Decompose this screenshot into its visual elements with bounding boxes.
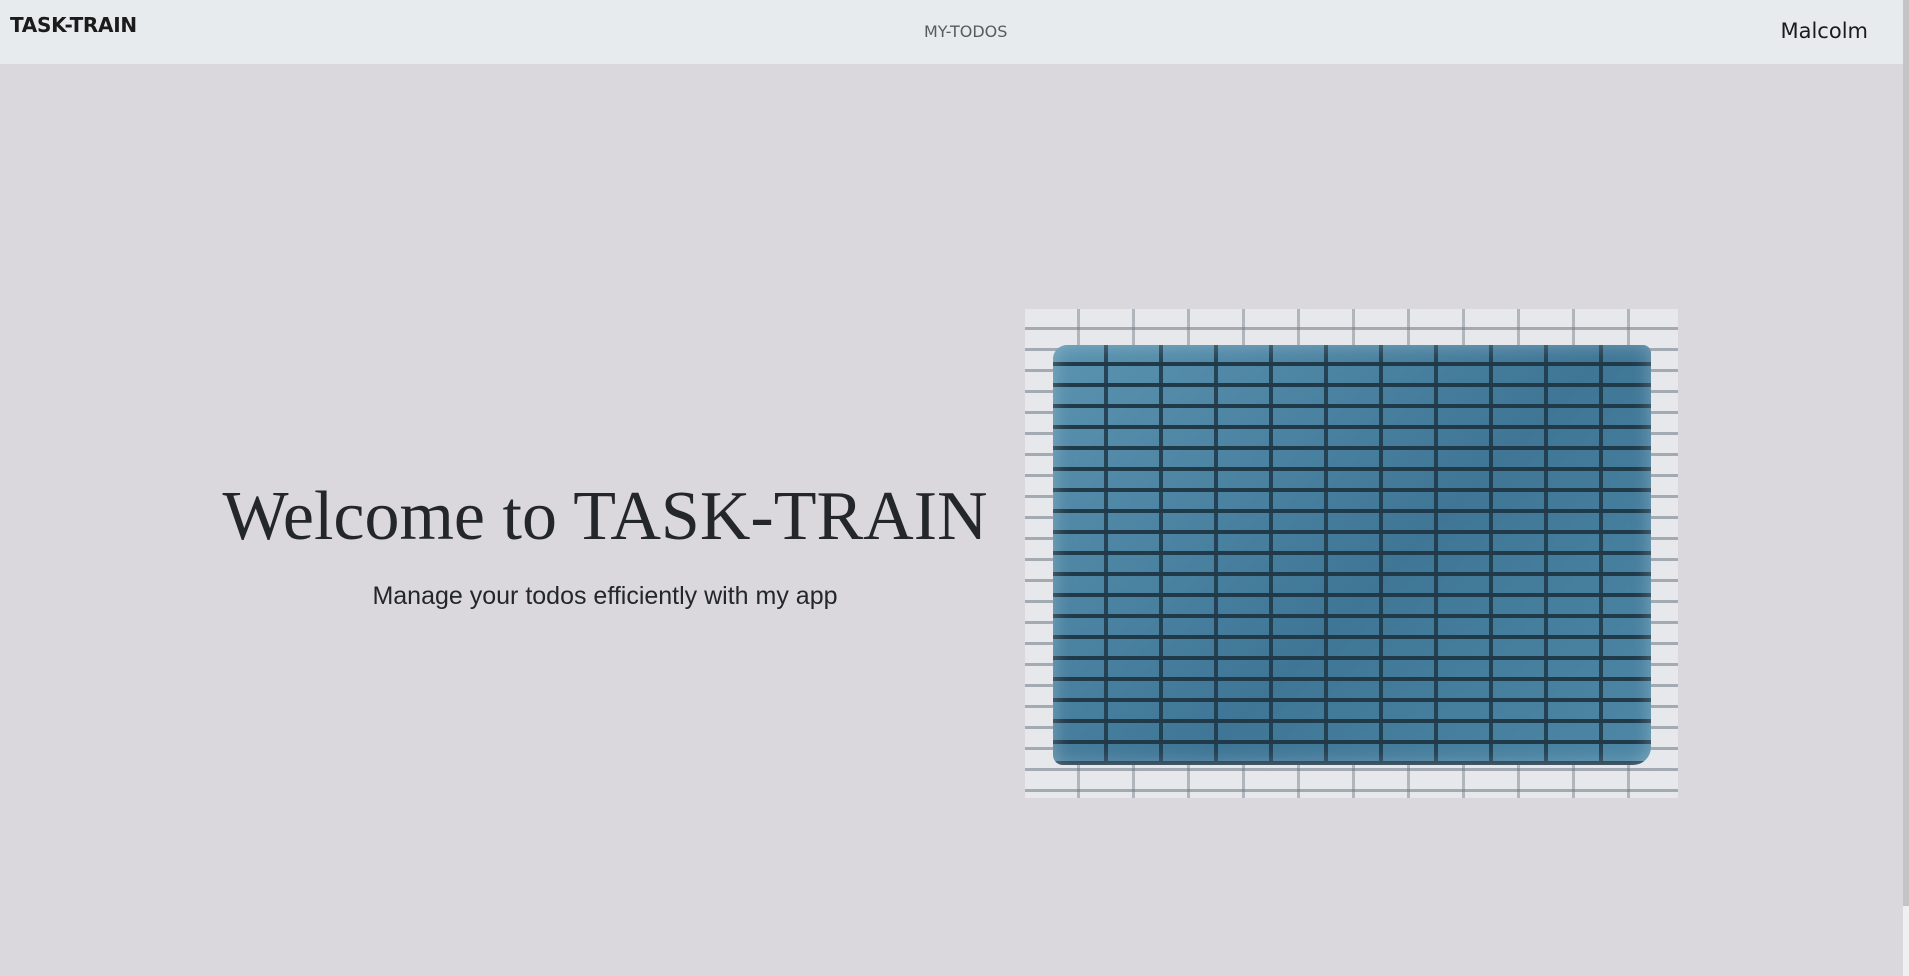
nav-link-my-todos[interactable]: MY-TODOS xyxy=(924,22,1007,41)
hero-subtitle: Manage your todos efficiently with my ap… xyxy=(372,582,838,610)
blue-paint-area xyxy=(1053,345,1651,765)
vertical-scrollbar[interactable] xyxy=(1903,0,1909,976)
navbar: TASK-TRAIN MY-TODOS Malcolm xyxy=(0,0,1903,64)
hero-image-brick-wall xyxy=(1025,309,1678,798)
hero-title: Welcome to TASK-TRAIN xyxy=(222,478,988,555)
user-name[interactable]: Malcolm xyxy=(1780,19,1868,43)
brand-logo-link[interactable]: TASK-TRAIN xyxy=(10,13,137,37)
scrollbar-thumb[interactable] xyxy=(1903,0,1909,906)
hero-text-block: Welcome to TASK-TRAIN Manage your todos … xyxy=(180,470,1030,611)
